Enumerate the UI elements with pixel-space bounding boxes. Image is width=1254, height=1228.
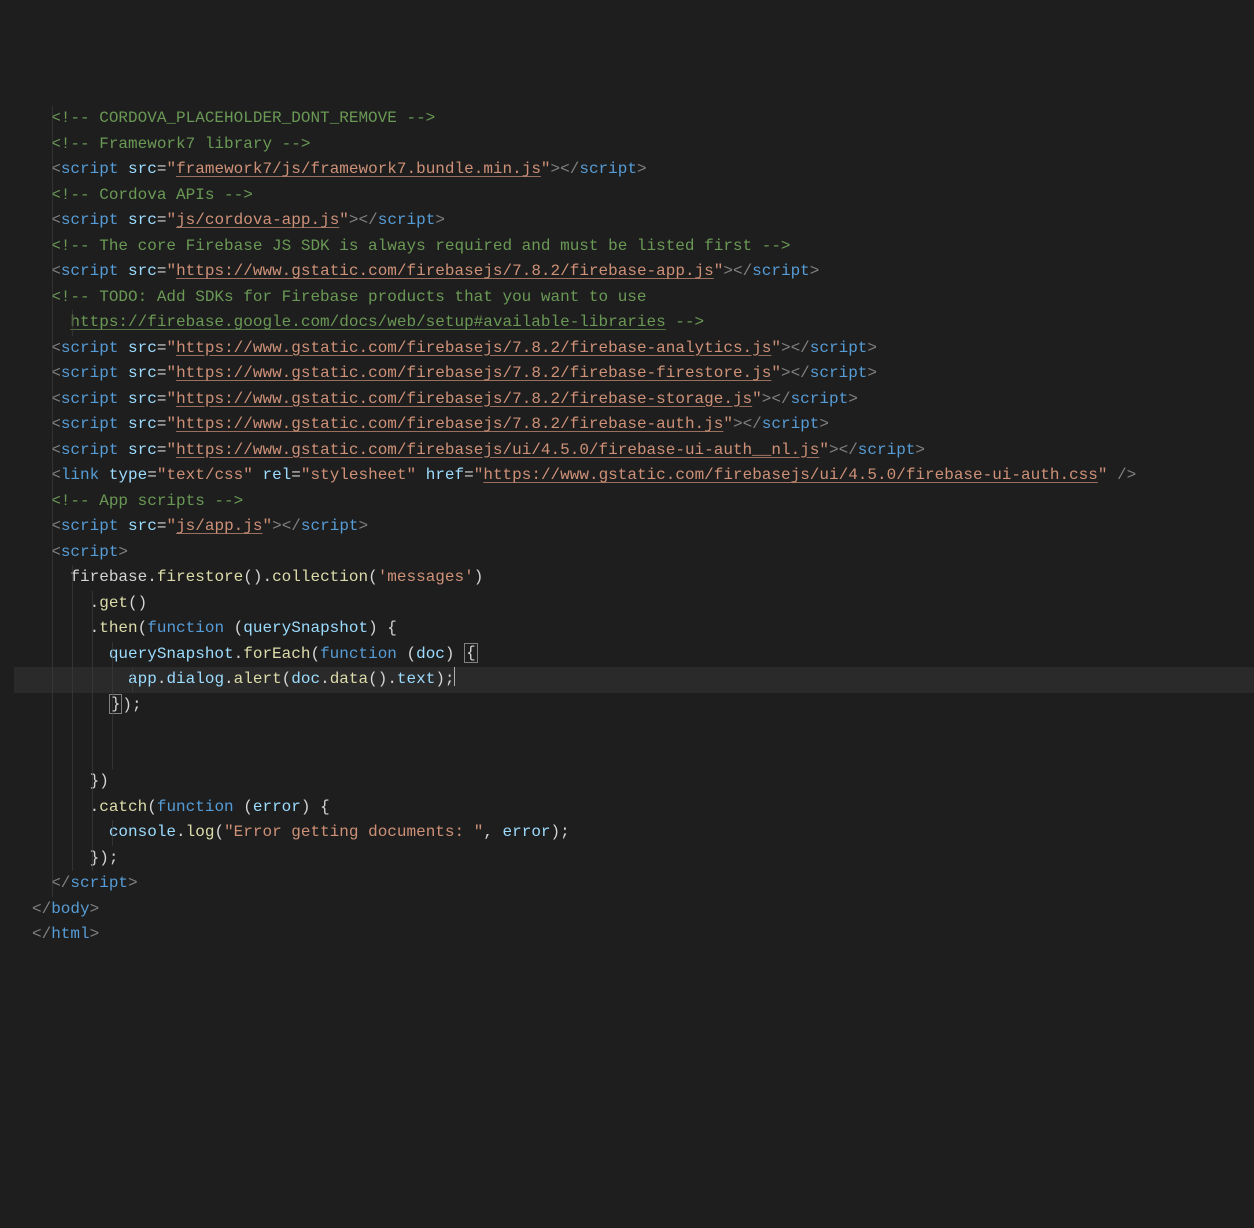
code-line[interactable]: <!-- App scripts --> xyxy=(14,489,1254,515)
code-line[interactable]: .catch(function (error) { xyxy=(14,795,1254,821)
code-line[interactable]: <script src="https://www.gstatic.com/fir… xyxy=(14,387,1254,413)
code-line[interactable]: querySnapshot.forEach(function (doc) { xyxy=(14,642,1254,668)
code-line[interactable]: <script src="https://www.gstatic.com/fir… xyxy=(14,336,1254,362)
code-line[interactable]: }) xyxy=(14,769,1254,795)
code-line[interactable]: <link type="text/css" rel="stylesheet" h… xyxy=(14,463,1254,489)
code-line[interactable]: console.log("Error getting documents: ",… xyxy=(14,820,1254,846)
code-line[interactable]: firebase.firestore().collection('message… xyxy=(14,565,1254,591)
code-line[interactable]: }); xyxy=(14,846,1254,872)
code-line[interactable] xyxy=(14,744,1254,770)
code-line[interactable]: </script> xyxy=(14,871,1254,897)
code-line[interactable]: <script src="https://www.gstatic.com/fir… xyxy=(14,259,1254,285)
code-line[interactable]: </html> xyxy=(14,922,1254,948)
code-line[interactable]: <!-- The core Firebase JS SDK is always … xyxy=(14,234,1254,260)
code-line[interactable]: <script src="js/app.js"></script> xyxy=(14,514,1254,540)
code-line[interactable]: <script src="https://www.gstatic.com/fir… xyxy=(14,412,1254,438)
code-line[interactable]: <!-- TODO: Add SDKs for Firebase product… xyxy=(14,285,1254,311)
code-line[interactable]: .then(function (querySnapshot) { xyxy=(14,616,1254,642)
editor-gutter xyxy=(0,102,14,1100)
code-line[interactable]: app.dialog.alert(doc.data().text); xyxy=(14,667,1254,693)
code-line[interactable]: <!-- Cordova APIs --> xyxy=(14,183,1254,209)
code-line[interactable]: </body> xyxy=(14,897,1254,923)
code-line[interactable]: .get() xyxy=(14,591,1254,617)
code-line[interactable]: <script src="https://www.gstatic.com/fir… xyxy=(14,361,1254,387)
code-editor[interactable]: <!-- CORDOVA_PLACEHOLDER_DONT_REMOVE -->… xyxy=(0,102,1254,1100)
code-line[interactable]: <!-- Framework7 library --> xyxy=(14,132,1254,158)
code-line[interactable] xyxy=(14,718,1254,744)
code-line[interactable]: <script src="js/cordova-app.js"></script… xyxy=(14,208,1254,234)
code-line[interactable]: <script src="https://www.gstatic.com/fir… xyxy=(14,438,1254,464)
code-line[interactable]: <script> xyxy=(14,540,1254,566)
code-line[interactable]: <script src="framework7/js/framework7.bu… xyxy=(14,157,1254,183)
code-line[interactable]: }); xyxy=(14,693,1254,719)
code-line[interactable]: https://firebase.google.com/docs/web/set… xyxy=(14,310,1254,336)
code-line[interactable]: <!-- CORDOVA_PLACEHOLDER_DONT_REMOVE --> xyxy=(14,106,1254,132)
code-area[interactable]: <!-- CORDOVA_PLACEHOLDER_DONT_REMOVE -->… xyxy=(14,102,1254,1100)
